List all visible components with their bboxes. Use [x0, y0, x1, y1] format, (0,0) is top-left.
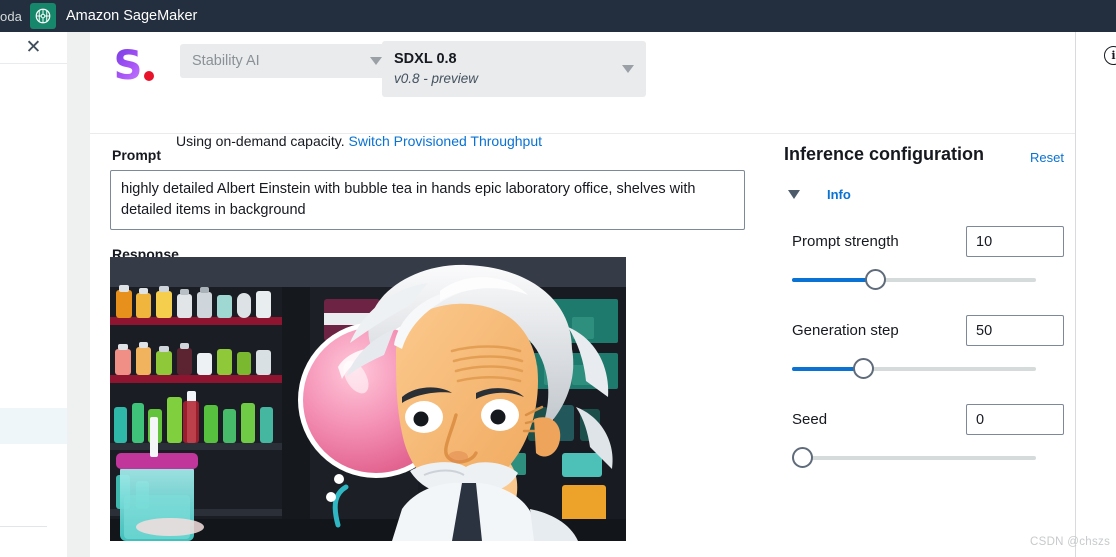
- seed-input[interactable]: [966, 404, 1064, 435]
- info-expand-row: Info: [784, 187, 1064, 202]
- inference-configuration-panel: Reset Inference configuration Info Promp…: [784, 144, 1064, 469]
- header-divider: [90, 133, 1075, 134]
- model-select-name: SDXL 0.8: [394, 50, 622, 68]
- generation-step-slider[interactable]: [792, 358, 1036, 380]
- slider-thumb[interactable]: [865, 269, 886, 290]
- prompt-strength-input[interactable]: [966, 226, 1064, 257]
- stability-logo-letter: S: [114, 46, 143, 86]
- topnav-left-label: oda: [0, 9, 22, 24]
- model-selection-bar: S Stability AI SDXL 0.8 v0.8 - preview: [90, 32, 1075, 133]
- model-select-version: v0.8 - preview: [394, 70, 622, 88]
- param-seed: Seed: [784, 404, 1064, 469]
- slider-fill: [792, 278, 875, 282]
- left-panel-selected-row[interactable]: [0, 408, 67, 444]
- left-panel-header: ✕: [0, 32, 67, 64]
- reset-button[interactable]: Reset: [1030, 150, 1064, 165]
- generation-step-input[interactable]: [966, 315, 1064, 346]
- param-generation-step: Generation step: [784, 315, 1064, 380]
- prompt-label: Prompt: [112, 147, 770, 163]
- param-label: Prompt strength: [784, 233, 966, 250]
- left-panel-divider: [0, 526, 47, 527]
- prompt-strength-slider[interactable]: [792, 269, 1036, 291]
- watermark: CSDN @chszs: [1030, 536, 1110, 548]
- generated-response-image: [110, 257, 626, 541]
- seed-slider[interactable]: [792, 447, 1036, 469]
- left-side-panel: ✕: [0, 32, 67, 557]
- inference-config-title: Inference configuration: [784, 144, 984, 165]
- sagemaker-icon: [30, 3, 56, 29]
- info-icon[interactable]: i: [1104, 46, 1116, 65]
- slider-thumb[interactable]: [853, 358, 874, 379]
- param-prompt-strength: Prompt strength: [784, 226, 1064, 291]
- stability-logo-dot: [144, 71, 154, 81]
- slider-track: [792, 456, 1036, 460]
- app-root: oda Amazon SageMaker ✕ S Stability AI: [0, 0, 1116, 557]
- right-strip: [1076, 32, 1116, 557]
- param-label: Seed: [784, 411, 966, 428]
- top-navigation-bar: oda Amazon SageMaker: [0, 0, 1116, 32]
- app-title: Amazon SageMaker: [66, 8, 197, 24]
- prompt-input[interactable]: highly detailed Albert Einstein with bub…: [110, 170, 745, 230]
- chevron-down-icon: [370, 57, 382, 65]
- param-label: Generation step: [784, 322, 966, 339]
- chevron-down-icon: [622, 65, 634, 73]
- provider-select-value: Stability AI: [192, 53, 370, 69]
- close-icon[interactable]: ✕: [21, 35, 47, 61]
- provider-select[interactable]: Stability AI: [180, 44, 394, 78]
- prompt-response-column: Prompt highly detailed Albert Einstein w…: [110, 147, 770, 269]
- right-gutter-divider: [1075, 32, 1076, 557]
- model-select[interactable]: SDXL 0.8 v0.8 - preview: [382, 41, 646, 97]
- caret-down-icon[interactable]: [788, 190, 800, 199]
- panel-gutter: [67, 32, 91, 557]
- stability-ai-logo-icon: S: [107, 39, 161, 93]
- slider-thumb[interactable]: [792, 447, 813, 468]
- info-link[interactable]: Info: [827, 187, 851, 202]
